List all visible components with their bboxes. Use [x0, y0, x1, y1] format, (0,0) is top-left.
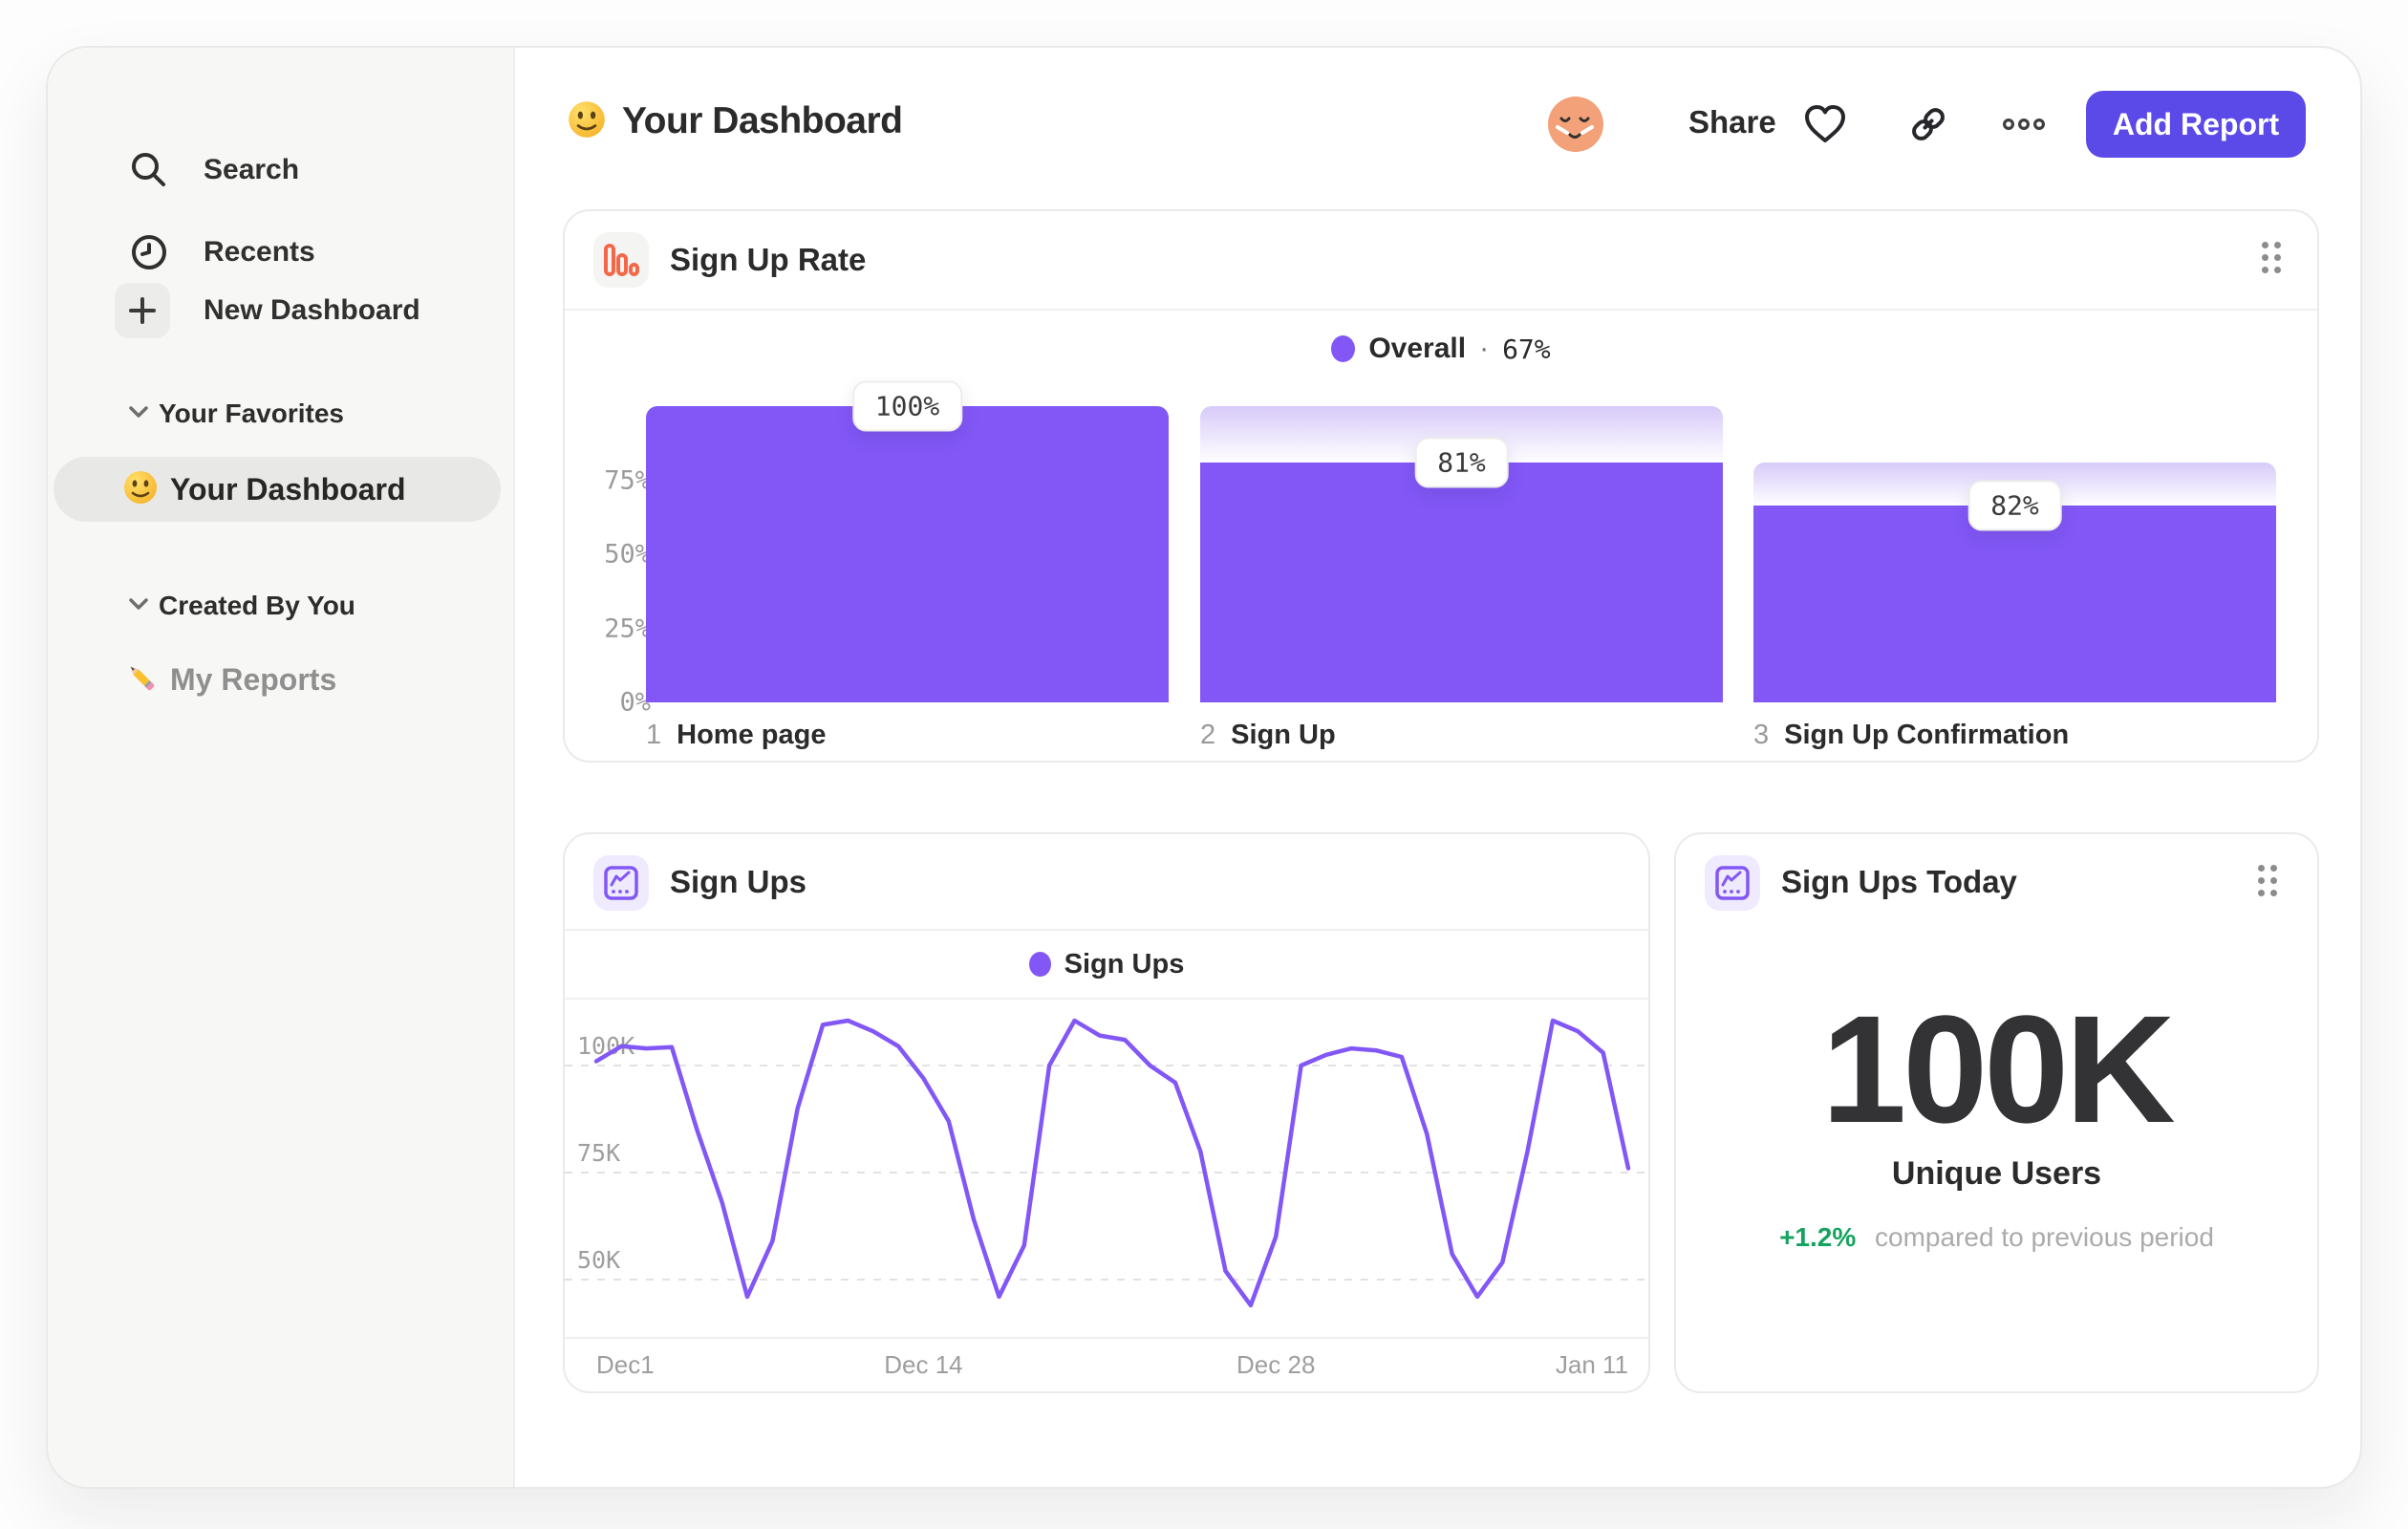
- page-title: Your Dashboard: [567, 94, 903, 149]
- funnel-bar[interactable]: [646, 406, 1169, 702]
- funnel-y-tick: 0%: [619, 687, 651, 718]
- divider: [565, 1337, 1648, 1339]
- plus-icon: [115, 283, 170, 338]
- sidebar-section-label: Your Favorites: [159, 398, 344, 428]
- more-options-icon[interactable]: [2001, 101, 2047, 147]
- sign-ups-card: Sign Ups Sign Ups 100K 75K 50K Dec1 Dec 14 D…: [563, 832, 1650, 1393]
- legend-dot: [1028, 952, 1051, 977]
- funnel-bar[interactable]: [1753, 506, 2276, 702]
- line-x-tick: Dec 28: [1236, 1350, 1316, 1379]
- line-y-tick: 75K: [577, 1139, 620, 1167]
- card-header: Sign Ups: [565, 834, 1648, 929]
- funnel-y-tick: 50%: [604, 539, 651, 570]
- conversion-badge: 81%: [1414, 437, 1509, 488]
- x-axis-labels: Dec1 Dec 14 Dec 28 Jan 11: [565, 1350, 1648, 1389]
- drag-handle-icon[interactable]: [2258, 865, 2283, 903]
- line-chart-icon: [593, 855, 649, 911]
- divider: [565, 929, 1648, 931]
- funnel-bar[interactable]: [1200, 462, 1723, 702]
- chevron-down-icon: [128, 405, 149, 423]
- avatar[interactable]: [1547, 96, 1604, 153]
- line-y-tick: 50K: [577, 1246, 620, 1274]
- conversion-badge: 82%: [1967, 480, 2062, 531]
- funnel-y-tick: 75%: [604, 465, 651, 495]
- metric-delta-row: +1.2% compared to previous period: [1676, 1222, 2317, 1253]
- funnel-step-label: 1 Home page: [646, 720, 827, 750]
- sidebar-item-my-reports[interactable]: My Reports: [54, 649, 501, 710]
- line-legend[interactable]: Sign Ups: [565, 942, 1648, 986]
- page-title-text: Your Dashboard: [622, 100, 903, 141]
- favorite-heart-icon[interactable]: [1802, 101, 1848, 147]
- sign-ups-series-line[interactable]: [593, 1018, 1631, 1308]
- sidebar-section-your-favorites[interactable]: Your Favorites: [48, 389, 513, 439]
- funnel-y-tick: 25%: [604, 614, 651, 643]
- sign-up-rate-card: Sign Up Rate Overall · 67% 75% 50% 25% 0% 10…: [563, 209, 2319, 763]
- line-x-tick: Dec 14: [884, 1350, 963, 1379]
- sidebar: Search Recents New Dashboard Your Favori…: [48, 48, 515, 1487]
- sidebar-item-search[interactable]: Search: [48, 139, 513, 202]
- sidebar-section-label: Created By You: [159, 591, 355, 620]
- sidebar-item-label: Your Dashboard: [170, 471, 406, 506]
- smiley-icon: [122, 469, 159, 510]
- card-title: Sign Ups: [670, 863, 807, 899]
- legend-series-name: Sign Ups: [1064, 948, 1185, 980]
- line-chart-icon: [1705, 855, 1760, 911]
- line-plot-area[interactable]: 100K75K50K: [565, 1000, 1648, 1337]
- metric-unit-label: Unique Users: [1891, 1155, 2102, 1192]
- pencil-icon: [122, 658, 161, 701]
- sidebar-section-created-by-you[interactable]: Created By You: [48, 581, 513, 631]
- app-window: Search Recents New Dashboard Your Favori…: [46, 46, 2362, 1489]
- delta-value: +1.2%: [1779, 1222, 1857, 1252]
- sign-ups-today-card: Sign Ups Today 100K Unique Users +1.2% c…: [1674, 832, 2319, 1393]
- line-x-tick: Dec1: [596, 1350, 655, 1379]
- search-icon: [121, 142, 177, 198]
- delta-note: compared to previous period: [1875, 1222, 2214, 1252]
- card-header: Sign Ups Today: [1676, 834, 2317, 929]
- sidebar-item-label: New Dashboard: [204, 294, 420, 326]
- funnel-step-label: 2 Sign Up: [1200, 720, 1336, 750]
- sidebar-item-new-dashboard[interactable]: New Dashboard: [48, 258, 513, 363]
- sidebar-item-your-dashboard[interactable]: Your Dashboard: [54, 457, 501, 522]
- share-button[interactable]: Share: [1688, 104, 1776, 140]
- smiley-icon: [567, 99, 607, 144]
- add-report-button[interactable]: Add Report: [2086, 91, 2306, 158]
- sidebar-item-label: My Reports: [170, 661, 337, 697]
- funnel-step-label: 3 Sign Up Confirmation: [1753, 720, 2070, 750]
- metric-value: 100K: [1821, 983, 2176, 1154]
- conversion-badge: 100%: [851, 380, 963, 432]
- copy-link-icon[interactable]: [1905, 101, 1951, 147]
- funnel-plot-area[interactable]: 75% 50% 25% 0% 100% 1 Home page 81% 2 Sign Up 82% 3…: [565, 211, 2317, 761]
- line-x-tick: Jan 11: [1555, 1350, 1628, 1379]
- chevron-down-icon: [128, 597, 149, 615]
- sidebar-item-label: Search: [204, 154, 300, 185]
- desktop-background: Search Recents New Dashboard Your Favori…: [0, 0, 2408, 1529]
- card-title: Sign Ups Today: [1781, 863, 2017, 899]
